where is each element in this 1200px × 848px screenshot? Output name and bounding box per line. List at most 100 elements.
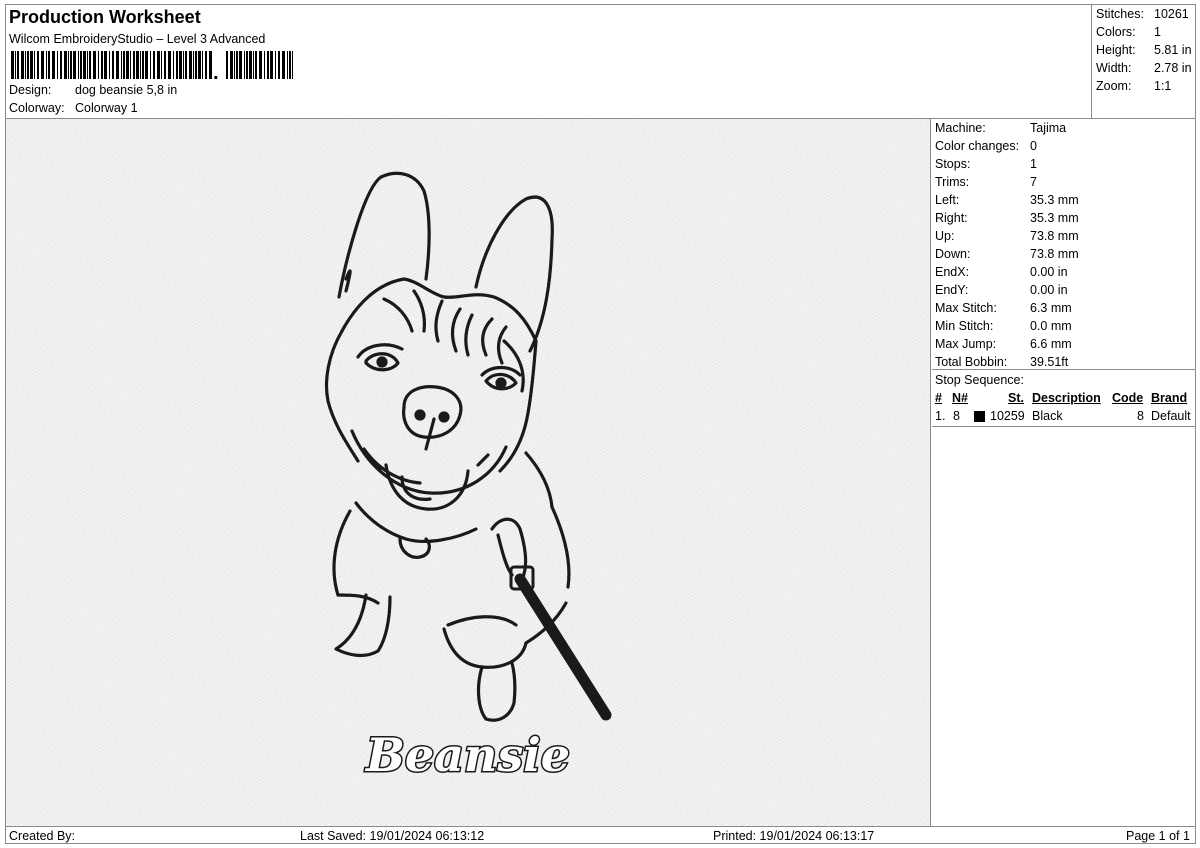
- barcode-bar: [236, 51, 238, 79]
- row-description: Black: [1032, 409, 1063, 423]
- barcode-bar: [179, 51, 182, 79]
- barcode-bar: [112, 51, 114, 79]
- detail-row: Min Stitch: 0.0 mm: [935, 319, 1072, 333]
- detail-row: Max Stitch: 6.3 mm: [935, 301, 1072, 315]
- barcode-bar: [11, 51, 14, 79]
- detail-label: Up:: [935, 229, 955, 243]
- barcode-bar: [21, 51, 24, 79]
- barcode-bar: [164, 51, 166, 79]
- detail-row: Total Bobbin: 39.51ft: [935, 355, 1068, 369]
- detail-value: 73.8 mm: [1030, 247, 1079, 261]
- detail-label: Down:: [935, 247, 971, 261]
- stop-sequence-header: # N# St. Description Code Brand: [932, 391, 1195, 407]
- detail-label: Stops:: [935, 157, 971, 171]
- design-row: Design: dog beansie 5,8 in: [9, 83, 177, 97]
- barcode-bar: [145, 51, 148, 79]
- barcode-bar: [78, 51, 79, 79]
- summary-zoom: Zoom: 1:1: [1096, 79, 1172, 93]
- barcode-bar: [37, 51, 39, 79]
- machine-info-panel: Machine: Tajima Color changes: 0 Stops: 1 Trim…: [932, 119, 1195, 826]
- barcode-bar: [161, 51, 162, 79]
- barcode-bar: [185, 51, 187, 79]
- col-index: #: [935, 391, 942, 405]
- barcode-bar: [93, 51, 96, 79]
- barcode-bar: [15, 51, 16, 79]
- barcode-bar: [189, 51, 192, 79]
- printed-date: Printed: 19/01/2024 06:13:17: [713, 829, 875, 843]
- barcode-bar: [121, 51, 122, 79]
- barcode-bar: [230, 51, 233, 79]
- detail-value: Tajima: [1030, 121, 1067, 135]
- barcode-bar: [109, 51, 110, 79]
- barcode-bar: [87, 51, 88, 79]
- barcode-bar: [133, 51, 135, 79]
- dog-outline: [324, 171, 571, 722]
- detail-row: EndX: 0.00 in: [935, 265, 1068, 279]
- barcode-bar: [278, 51, 280, 79]
- barcode-bar: [239, 51, 242, 79]
- detail-value: 0.0 mm: [1030, 319, 1072, 333]
- barcode-bar: [282, 51, 285, 79]
- barcode-bar: [234, 51, 235, 79]
- barcode-bar: [126, 51, 129, 79]
- barcode-bar: [176, 51, 178, 79]
- detail-value: 39.51ft: [1030, 355, 1069, 369]
- detail-value: 7: [1030, 175, 1037, 189]
- barcode-bar: [98, 51, 99, 79]
- detail-label: Min Stitch:: [935, 319, 994, 333]
- thread-color-swatch: [974, 411, 985, 422]
- barcode: ,: [11, 51, 293, 79]
- detail-label: Trims:: [935, 175, 970, 189]
- barcode-bar: [264, 51, 265, 79]
- created-by: Created By:: [9, 829, 76, 843]
- detail-row: Left: 35.3 mm: [935, 193, 1079, 207]
- summary-width: Width: 2.78 in: [1096, 61, 1192, 75]
- row-code: 8: [1137, 409, 1144, 423]
- barcode-bar: [68, 51, 69, 79]
- stop-sequence-row: 1. 8 10259 Black 8 Default: [932, 409, 1195, 425]
- detail-value: 73.8 mm: [1030, 229, 1079, 243]
- detail-value: 0.00 in: [1030, 283, 1068, 297]
- barcode-bar: [259, 51, 262, 79]
- detail-label: Max Jump:: [935, 337, 997, 351]
- col-needle: N#: [952, 391, 968, 405]
- detail-row: Right: 35.3 mm: [935, 211, 1079, 225]
- detail-label: Left:: [935, 193, 960, 207]
- barcode-bar: [244, 51, 245, 79]
- barcode-bar: [101, 51, 103, 79]
- detail-row: EndY: 0.00 in: [935, 283, 1068, 297]
- barcode-bar: [292, 51, 293, 79]
- barcode-bar: [150, 51, 151, 79]
- detail-label: Right:: [935, 211, 968, 225]
- barcode-bar: [41, 51, 44, 79]
- barcode-bar: [34, 51, 35, 79]
- barcode-bar: [226, 51, 228, 79]
- design-value: dog beansie 5,8 in: [75, 83, 178, 97]
- barcode-bar: [270, 51, 273, 79]
- barcode-bar: [83, 51, 86, 79]
- barcode-bar: [157, 51, 160, 79]
- dog-embroidery-artwork: Beansie: [324, 171, 612, 784]
- col-brand: Brand: [1151, 391, 1188, 405]
- barcode-bar: [287, 51, 288, 79]
- barcode-bar: [80, 51, 82, 79]
- software-name: Wilcom EmbroideryStudio – Level 3 Advanc…: [9, 32, 266, 46]
- summary-stitches: Stitches: 10261: [1096, 7, 1189, 21]
- detail-value: 0.00 in: [1030, 265, 1068, 279]
- barcode-bar: [267, 51, 269, 79]
- detail-label: Max Stitch:: [935, 301, 997, 315]
- colorway-label: Colorway:: [9, 101, 65, 115]
- barcode-bar: [116, 51, 119, 79]
- barcode-bar: [246, 51, 248, 79]
- col-description: Description: [1032, 391, 1101, 405]
- detail-label: Color changes:: [935, 139, 1020, 153]
- barcode-bar: [130, 51, 131, 79]
- barcode-bar: [48, 51, 50, 79]
- barcode-bar: [289, 51, 291, 79]
- dog-name-text: Beansie: [364, 728, 570, 782]
- barcode-bar: [30, 51, 33, 79]
- row-index: 1.: [935, 409, 946, 423]
- barcode-bar: [255, 51, 257, 79]
- barcode-bar: [202, 51, 203, 79]
- detail-value: 35.3 mm: [1030, 211, 1079, 225]
